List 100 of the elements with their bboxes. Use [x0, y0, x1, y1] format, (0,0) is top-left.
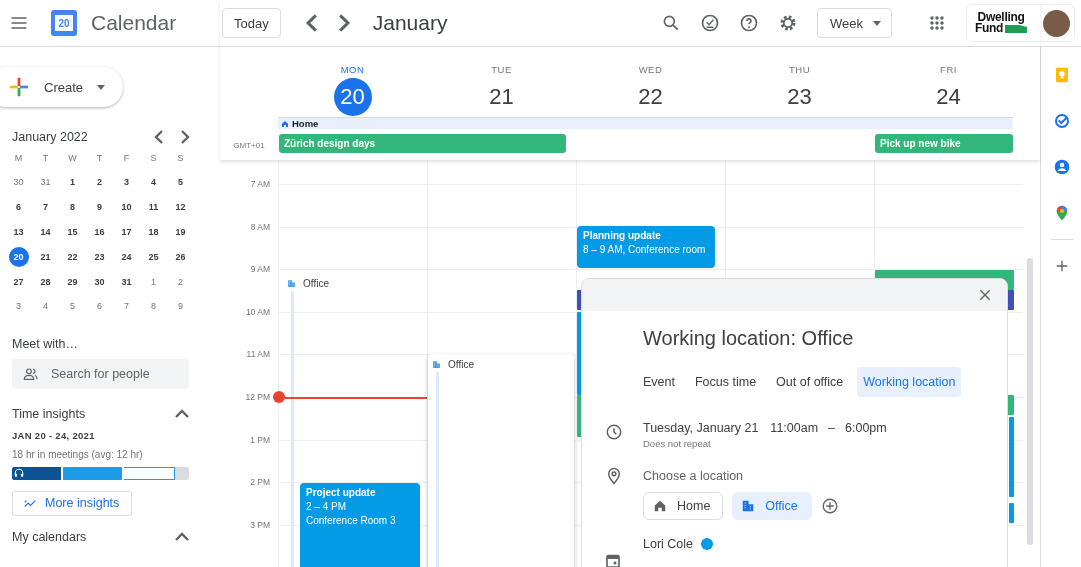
current-time-dot [273, 391, 285, 403]
date-cell[interactable]: 5 [170, 172, 191, 193]
date-cell[interactable]: 3 [8, 296, 29, 317]
timezone-label: GMT+01 [233, 141, 265, 150]
date-cell[interactable]: 3 [116, 172, 137, 193]
add-location-button[interactable] [821, 497, 840, 515]
date-cell[interactable]: 1 [143, 271, 164, 292]
date-cell[interactable]: 19 [170, 222, 191, 242]
weekday-label: T [96, 153, 103, 163]
office-building-icon [741, 499, 756, 513]
day-number[interactable]: 23 [780, 78, 819, 116]
event-type-tab[interactable]: Out of office [770, 367, 850, 397]
location-pin-icon [605, 467, 623, 485]
weekday-label: W [68, 153, 77, 163]
date-cell[interactable]: 20 [8, 246, 29, 267]
date-cell[interactable]: 6 [8, 197, 29, 218]
hour-label: 7 AM [250, 179, 270, 189]
section-title: Time insights [12, 406, 86, 421]
date-cell[interactable]: 25 [143, 246, 164, 267]
date-cell[interactable]: 5 [62, 296, 83, 317]
date-cell[interactable]: 12 [170, 197, 191, 218]
date-cell[interactable]: 30 [89, 271, 110, 292]
date-cell[interactable]: 15 [62, 222, 83, 242]
settings-icon [778, 13, 798, 33]
chevron-right-icon [178, 130, 192, 144]
home-icon [653, 499, 667, 513]
date-cell[interactable]: 4 [35, 296, 56, 317]
day-number[interactable]: 21 [482, 78, 521, 116]
event-type-tab[interactable]: Working location [857, 367, 962, 397]
today-button[interactable]: Today [222, 8, 281, 38]
date-cell[interactable]: 9 [170, 296, 191, 317]
help-icon [739, 13, 759, 33]
location-chip[interactable]: Home [643, 492, 724, 520]
date-cell[interactable]: 11 [143, 197, 164, 218]
hour-label: 11 AM [246, 349, 270, 360]
date-cell[interactable]: 31 [116, 271, 137, 292]
day-number[interactable]: 24 [929, 78, 968, 116]
app-title: Calendar [91, 11, 177, 35]
event-type-tab[interactable]: Event [637, 367, 681, 397]
date-cell[interactable]: 6 [89, 296, 110, 317]
weekday-label: FRI [940, 64, 957, 75]
date-cell[interactable]: 7 [35, 197, 56, 218]
date-cell[interactable]: 8 [143, 296, 164, 317]
event-date[interactable]: Tuesday, January 21 [643, 421, 759, 435]
start-time[interactable]: 11:00am [770, 421, 819, 435]
section-title: My calendars [12, 529, 87, 544]
people-search-field[interactable]: Search for people [12, 358, 189, 389]
date-cell[interactable]: 29 [62, 271, 83, 292]
date-cell[interactable]: 21 [35, 246, 56, 267]
date-cell[interactable]: 28 [35, 271, 56, 292]
check-circle-icon [700, 13, 720, 33]
date-cell[interactable]: 9 [89, 197, 110, 218]
avatar [1043, 9, 1070, 37]
date-cell[interactable]: 2 [170, 271, 191, 292]
view-dropdown[interactable]: Week [817, 8, 892, 38]
date-cell[interactable]: 8 [62, 197, 83, 218]
date-cell[interactable]: 4 [143, 172, 164, 193]
date-cell[interactable]: 13 [8, 222, 29, 242]
chevron-left-icon [152, 130, 166, 144]
hour-label: 2 PM [250, 477, 270, 488]
day-number[interactable]: 20 [333, 78, 372, 116]
tasks-icon [1053, 113, 1070, 129]
contacts-icon [1053, 159, 1070, 175]
month-title: January 2022 [12, 130, 89, 144]
home-location-bar[interactable]: Home [278, 117, 1013, 129]
event-type-tab[interactable]: Focus time [688, 367, 763, 397]
caret-down-icon [873, 19, 881, 27]
date-cell[interactable]: 27 [8, 271, 29, 292]
weekday-label: THU [789, 64, 810, 75]
day-number[interactable]: 22 [631, 78, 670, 116]
date-cell[interactable]: 10 [116, 197, 137, 218]
close-button[interactable] [977, 287, 993, 303]
location-chip[interactable]: Office [732, 492, 813, 520]
account-button[interactable]: Dwelling Fund [966, 4, 1075, 42]
weekday-label: T [42, 153, 49, 163]
date-cell[interactable]: 26 [170, 246, 191, 267]
date-cell[interactable]: 18 [143, 222, 164, 242]
weekday-label: S [177, 153, 184, 163]
date-cell[interactable]: 31 [35, 172, 56, 193]
scrollbar[interactable] [1027, 258, 1033, 545]
create-button[interactable]: Create [0, 67, 123, 107]
office-building-icon [432, 360, 441, 369]
location-label: Home [292, 118, 319, 129]
date-cell[interactable]: 17 [116, 222, 137, 242]
date-cell[interactable]: 14 [35, 222, 56, 242]
weekday-label: M [14, 153, 23, 163]
date-cell[interactable]: 1 [62, 172, 83, 193]
date-cell[interactable]: 24 [116, 246, 137, 267]
date-cell[interactable]: 30 [8, 172, 29, 193]
search-icon [661, 13, 681, 33]
date-cell[interactable]: 16 [89, 222, 110, 242]
weekday-label: MON [340, 64, 365, 75]
date-cell[interactable]: 22 [62, 246, 83, 267]
end-time[interactable]: 6:00pm [845, 421, 887, 435]
date-cell[interactable]: 7 [116, 296, 137, 317]
hour-label: 9 AM [250, 264, 270, 275]
date-cell[interactable]: 2 [89, 172, 110, 193]
date-cell[interactable]: 23 [89, 246, 110, 267]
working-location-event[interactable]: Office [428, 354, 574, 567]
more-insights-button[interactable]: More insights [12, 490, 133, 516]
